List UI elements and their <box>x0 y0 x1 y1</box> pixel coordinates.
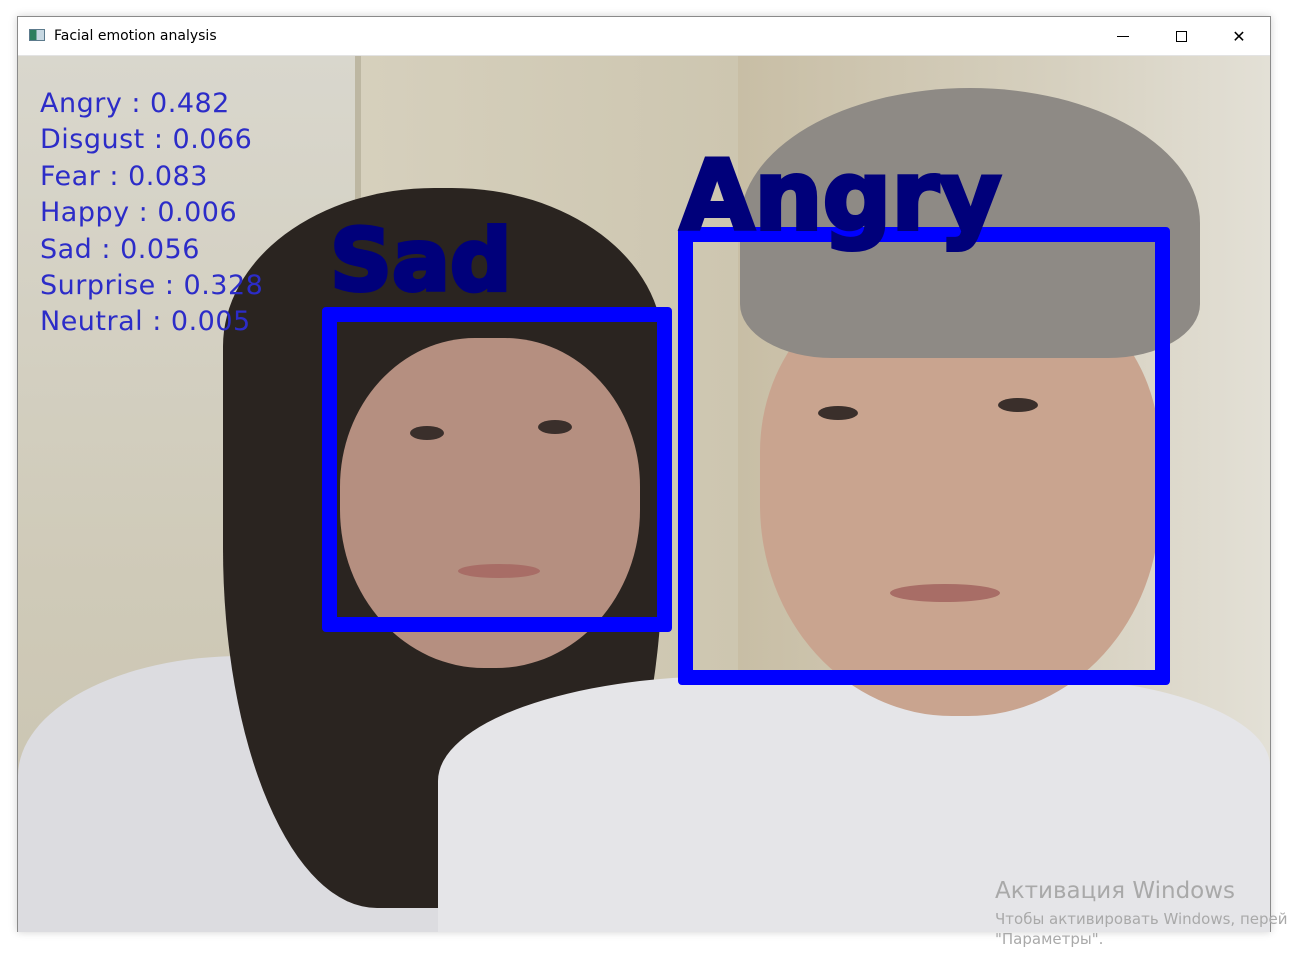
face-label-left: Sad <box>328 211 514 311</box>
emotion-stats: Angry : 0.482 Disgust : 0.066 Fear : 0.0… <box>40 88 263 343</box>
close-icon: ✕ <box>1232 26 1246 46</box>
emotion-stat-happy: Happy : 0.006 <box>40 197 238 229</box>
emotion-stat-angry: Angry : 0.482 <box>40 88 230 119</box>
emotion-stat-neutral: Neutral : 0.005 <box>40 306 251 338</box>
face-label-right: Angry <box>678 140 1003 252</box>
emotion-stat-fear: Fear : 0.083 <box>40 160 208 192</box>
emotion-stat-surprise: Surprise : 0.328 <box>40 269 264 301</box>
watermark-line: Чтобы активировать Windows, перей <box>995 910 1288 928</box>
close-button[interactable]: ✕ <box>1210 17 1268 55</box>
window-title: Facial emotion analysis <box>54 28 217 44</box>
minimize-icon <box>1117 35 1129 37</box>
watermark-line: "Параметры". <box>995 930 1104 948</box>
maximize-icon <box>1175 30 1187 42</box>
windows-activation-watermark: Активация Windows Чтобы активировать Win… <box>995 878 1288 948</box>
camera-view: Angry : 0.482 Disgust : 0.066 Fear : 0.0… <box>18 56 1270 932</box>
emotion-stat-disgust: Disgust : 0.066 <box>40 124 253 156</box>
face-box-left <box>322 307 672 632</box>
minimize-button[interactable] <box>1094 17 1152 55</box>
app-icon <box>29 29 45 41</box>
title-bar[interactable]: Facial emotion analysis ✕ <box>18 17 1270 56</box>
app-window: Facial emotion analysis ✕ Angry : 0.482 … <box>17 16 1271 932</box>
maximize-button[interactable] <box>1152 17 1210 55</box>
face-box-right <box>678 227 1170 685</box>
emotion-stat-sad: Sad : 0.056 <box>40 233 200 265</box>
watermark-title: Активация Windows <box>995 878 1236 904</box>
